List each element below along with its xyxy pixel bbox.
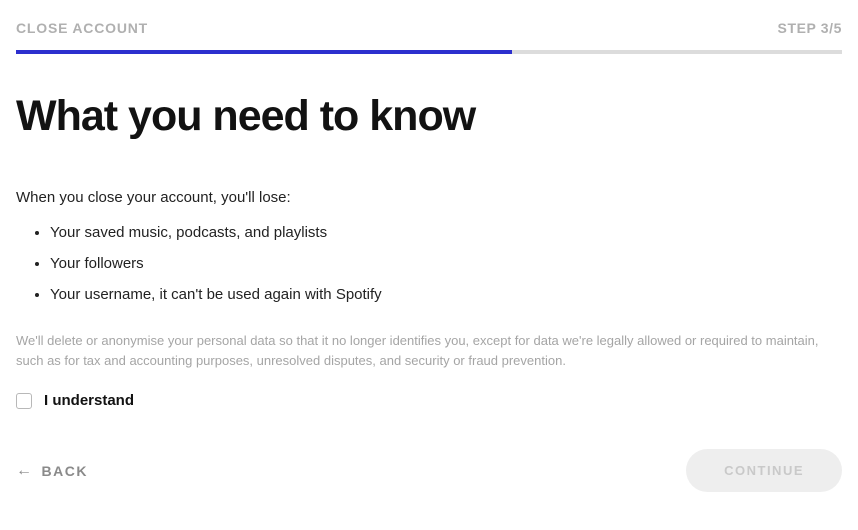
page-title: What you need to know (16, 92, 842, 141)
intro-text: When you close your account, you'll lose… (16, 189, 842, 206)
list-item: Your saved music, podcasts, and playlist… (50, 224, 842, 241)
understand-checkbox[interactable] (16, 393, 32, 409)
continue-button[interactable]: CONTINUE (686, 449, 842, 492)
page-header-label: CLOSE ACCOUNT (16, 20, 148, 36)
understand-checkbox-label[interactable]: I understand (44, 392, 134, 409)
list-item: Your username, it can't be used again wi… (50, 286, 842, 303)
understand-checkbox-row[interactable]: I understand (16, 392, 842, 409)
back-button[interactable]: ← BACK (16, 462, 88, 480)
list-item: Your followers (50, 255, 842, 272)
step-indicator: STEP 3/5 (778, 20, 842, 36)
legal-text: We'll delete or anonymise your personal … (16, 331, 842, 370)
progress-bar (16, 50, 842, 54)
back-button-label: BACK (42, 463, 88, 479)
arrow-left-icon: ← (16, 462, 34, 480)
lose-list: Your saved music, podcasts, and playlist… (16, 224, 842, 303)
progress-fill (16, 50, 512, 54)
header-row: CLOSE ACCOUNT STEP 3/5 (16, 20, 842, 36)
footer-row: ← BACK CONTINUE (16, 449, 842, 492)
